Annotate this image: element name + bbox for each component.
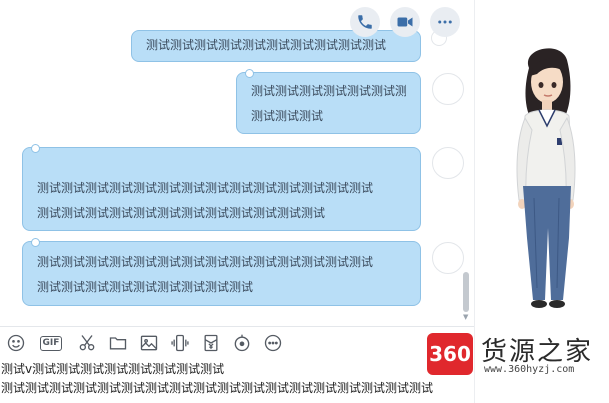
gif-icon: GIF <box>39 335 63 351</box>
image-icon <box>140 335 157 351</box>
video-call-icon <box>397 17 413 27</box>
scissors-icon <box>79 335 94 351</box>
file-button[interactable] <box>102 329 133 357</box>
music-button[interactable] <box>226 329 257 357</box>
message-input[interactable]: 测试v测试测试测试测试测试测试测试测试 测试测试测试测试测试测试测试测试测试测试… <box>0 360 474 403</box>
message-bubble[interactable]: 测试测试测试测试测试测试测试测试测试测试测试测试测试测试 测试测试测试测试测试测… <box>22 238 421 306</box>
watermark-url: www.360hyzj.com <box>484 364 575 375</box>
avatar <box>432 73 464 105</box>
call-actions <box>350 7 460 37</box>
input-text-line: 测试测试测试测试测试测试测试测试测试测试测试测试测试测试测试测试测试测试 <box>1 381 434 395</box>
message-text: 测试测试测试 <box>251 109 324 123</box>
message-text: 测试测试测试测试测试测试测试测试测试测试测试测试 <box>37 206 326 220</box>
message-area[interactable]: 测试测试测试测试测试测试测试测试测试测试 测试测试测试测试测试测试测试 测试测试… <box>0 0 474 324</box>
emoji-icon <box>7 334 24 352</box>
scrollbar-thumb[interactable] <box>463 272 469 312</box>
phone-icon <box>358 15 372 29</box>
more-button[interactable] <box>430 7 460 37</box>
shake-button[interactable] <box>164 329 195 357</box>
music-icon <box>234 334 249 352</box>
red-packet-button[interactable] <box>195 329 226 357</box>
message-text: 测试测试测试测试测试测试测试测试测试测试测试测试测试测试 <box>37 181 374 195</box>
more-tools-icon <box>264 334 281 352</box>
watermark-title: 货源之家 <box>481 337 594 367</box>
chat-window: 测试测试测试测试测试测试测试测试测试测试 测试测试测试测试测试测试测试 测试测试… <box>0 0 609 403</box>
bubble-dot <box>245 69 254 78</box>
emoji-button[interactable] <box>0 329 31 357</box>
shake-icon <box>170 334 189 352</box>
image-button[interactable] <box>133 329 164 357</box>
bubble-dot <box>31 238 40 247</box>
site-watermark: 360 货源之家 www.360hyzj.com <box>427 329 609 379</box>
avatar-character-illustration <box>516 48 576 308</box>
gif-button[interactable]: GIF <box>31 329 71 357</box>
message-text: 测试测试测试测试测试测试测试 <box>251 84 406 98</box>
avatar <box>432 242 464 274</box>
voice-call-button[interactable] <box>350 7 380 37</box>
message-text: 测试测试测试测试测试测试测试测试测试测试测试测试测试测试 <box>37 255 374 269</box>
red-packet-icon <box>204 334 217 352</box>
watermark-logo: 360 <box>427 333 473 375</box>
folder-icon <box>109 337 126 350</box>
screenshot-button[interactable] <box>71 329 102 357</box>
message-bubble[interactable]: 测试测试测试测试测试测试测试测试测试测试测试测试测试测试 测试测试测试测试测试测… <box>22 144 421 231</box>
video-call-button[interactable] <box>390 7 420 37</box>
avatar <box>432 147 464 179</box>
scroll-down-icon[interactable]: ▼ <box>463 313 468 321</box>
message-text: 测试测试测试测试测试测试测试测试测试 <box>37 280 254 294</box>
input-text-line: 测试v测试测试测试测试测试测试测试测试 <box>1 362 225 376</box>
more-icon <box>438 20 452 24</box>
input-toolbar: GIF <box>0 326 474 359</box>
more-tools-button[interactable] <box>257 329 288 357</box>
bubble-dot <box>31 144 40 153</box>
message-bubble[interactable]: 测试测试测试测试测试测试测试 测试测试测试 <box>236 69 421 134</box>
